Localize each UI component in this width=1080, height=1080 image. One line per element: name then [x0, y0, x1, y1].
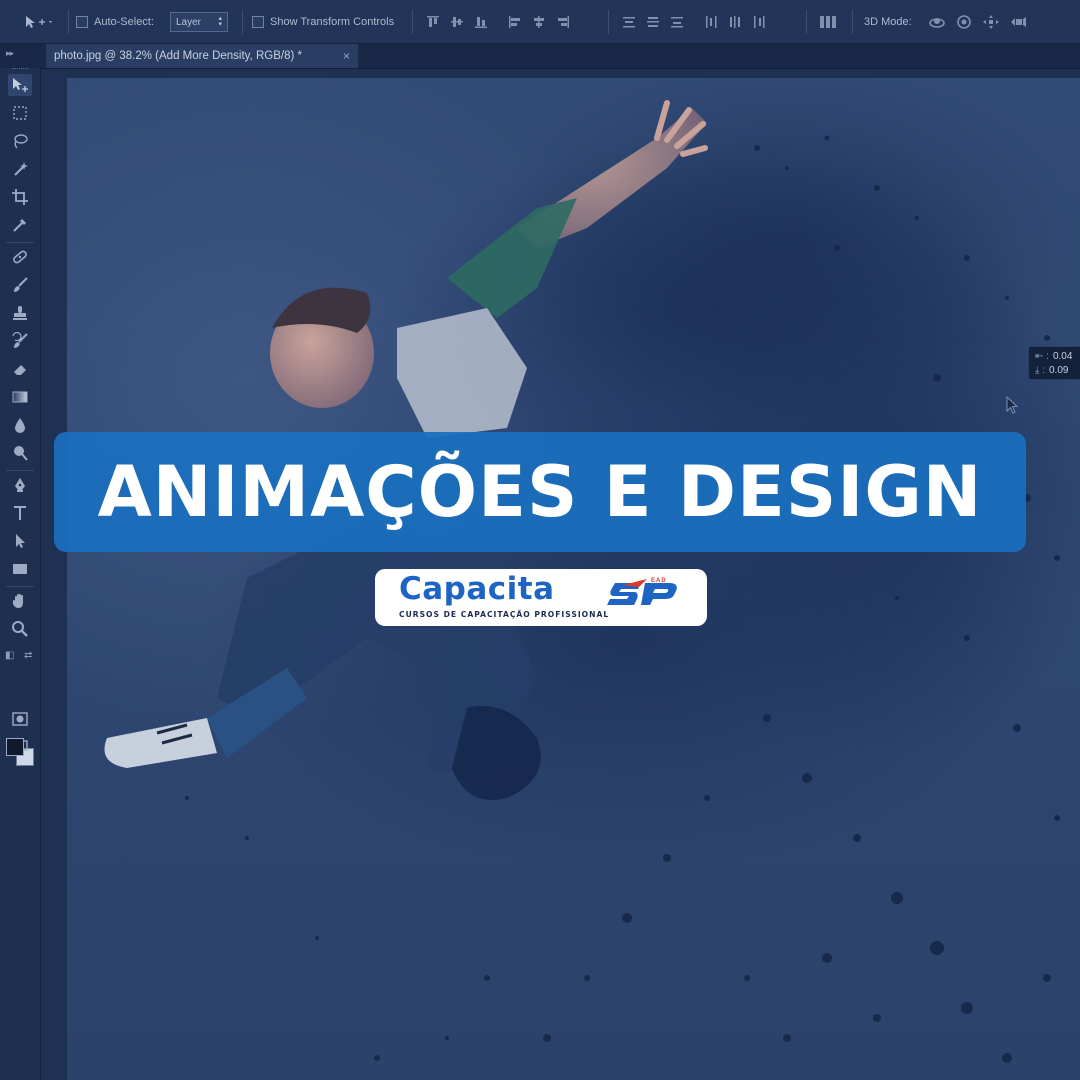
- options-bar: Auto-Select: Layer ▴ ▾ Show Transform Con…: [0, 0, 1080, 44]
- distribute-top-icon[interactable]: [622, 15, 636, 29]
- move-arrow-icon: [26, 16, 52, 28]
- show-transform-label: Show Transform Controls: [270, 16, 395, 28]
- 3d-mode-label: 3D Mode:: [864, 16, 912, 28]
- measure-tooltip: ⇤ :0.04 ⤓ :0.09: [1028, 346, 1080, 380]
- panel-grip[interactable]: [12, 68, 28, 72]
- pen-tool-icon[interactable]: [8, 474, 32, 496]
- auto-select-checkbox[interactable]: Auto-Select:: [76, 0, 154, 44]
- measure-dx-label: ⇤ :: [1035, 351, 1049, 362]
- layer-group-select[interactable]: Layer ▴ ▾: [170, 12, 228, 32]
- checkbox-box: [76, 16, 88, 28]
- type-tool-icon[interactable]: [8, 502, 32, 524]
- capacita-sp-logo: Capacita EAD CURSOS DE CAPACITAÇÃO PROFI…: [375, 569, 707, 626]
- logo-sp-mark-icon: [607, 579, 677, 605]
- logo-wordmark: Capacita: [399, 571, 555, 607]
- path-selection-tool-icon[interactable]: [8, 530, 32, 552]
- align-vcenter-icon[interactable]: [450, 15, 464, 29]
- headline-banner: ANIMAÇÕES E DESIGN: [54, 432, 1026, 552]
- move-tool-preset-picker[interactable]: [24, 0, 54, 44]
- distribute-left-icon[interactable]: [704, 15, 718, 29]
- eyedropper-tool-icon[interactable]: [8, 214, 32, 236]
- close-icon[interactable]: ×: [343, 49, 350, 63]
- mouse-cursor-icon: [1006, 396, 1019, 414]
- align-top-icon[interactable]: [426, 15, 440, 29]
- marquee-tool-icon[interactable]: [8, 102, 32, 124]
- align-bottom-icon[interactable]: [474, 15, 488, 29]
- eraser-tool-icon[interactable]: [8, 358, 32, 380]
- auto-align-layers-button[interactable]: [818, 0, 838, 44]
- measure-dy-value: 0.09: [1048, 365, 1069, 376]
- lasso-tool-icon[interactable]: [8, 130, 32, 152]
- measure-dy-row: ⤓ :0.09: [1035, 364, 1080, 378]
- align-buttons: [426, 0, 570, 44]
- gradient-tool-icon[interactable]: [8, 386, 32, 408]
- align-hcenter-icon[interactable]: [532, 15, 546, 29]
- distribute-hcenter-icon[interactable]: [728, 15, 742, 29]
- select-arrows-icon: ▴ ▾: [218, 15, 222, 28]
- show-transform-controls-checkbox[interactable]: Show Transform Controls: [252, 0, 394, 44]
- document-tab[interactable]: photo.jpg @ 38.2% (Add More Density, RGB…: [46, 44, 358, 68]
- measure-dx-value: 0.04: [1052, 351, 1073, 362]
- logo-subtitle: CURSOS DE CAPACITAÇÃO PROFISSIONAL: [399, 610, 610, 619]
- 3d-pan-icon[interactable]: [982, 14, 1000, 30]
- quick-mask-icon[interactable]: [8, 708, 32, 730]
- distribute-vcenter-icon[interactable]: [646, 15, 660, 29]
- document-tab-title: photo.jpg @ 38.2% (Add More Density, RGB…: [54, 50, 302, 62]
- headline-text: ANIMAÇÕES E DESIGN: [97, 451, 983, 533]
- panel-collapse-icon[interactable]: ▸▸: [6, 48, 14, 59]
- distribute-right-icon[interactable]: [752, 15, 766, 29]
- blur-tool-icon[interactable]: [8, 414, 32, 436]
- history-brush-tool-icon[interactable]: [8, 330, 32, 352]
- dodge-tool-icon[interactable]: [8, 442, 32, 464]
- crop-tool-icon[interactable]: [8, 186, 32, 208]
- layer-select-value: Layer: [176, 16, 202, 28]
- hand-tool-icon[interactable]: [8, 590, 32, 612]
- rectangle-tool-icon[interactable]: [8, 558, 32, 580]
- swap-colors-icon[interactable]: ⇄: [24, 650, 32, 661]
- healing-brush-tool-icon[interactable]: [8, 246, 32, 268]
- default-colors-icon[interactable]: ◧: [5, 650, 14, 661]
- brush-tool-icon[interactable]: [8, 274, 32, 296]
- measure-dx-row: ⇤ :0.04: [1035, 350, 1080, 364]
- distribute-buttons: [622, 0, 766, 44]
- move-tool-icon[interactable]: [8, 74, 32, 96]
- measure-dy-label: ⤓ :: [1035, 365, 1045, 376]
- clone-stamp-tool-icon[interactable]: [8, 302, 32, 324]
- foreground-color-swatch[interactable]: [6, 738, 24, 756]
- 3d-roll-icon[interactable]: [955, 14, 973, 30]
- checkbox-box: [252, 16, 264, 28]
- logo-ead-tag: EAD: [651, 578, 667, 584]
- distribute-bottom-icon[interactable]: [670, 15, 684, 29]
- 3d-mode-buttons: [928, 0, 1027, 44]
- zoom-tool-icon[interactable]: [8, 618, 32, 640]
- tools-panel: ◧ ⇄: [0, 68, 41, 1080]
- magic-wand-tool-icon[interactable]: [8, 158, 32, 180]
- document-tab-bar: photo.jpg @ 38.2% (Add More Density, RGB…: [0, 44, 1080, 69]
- auto-align-icon: [820, 16, 836, 28]
- 3d-slide-icon[interactable]: [1009, 14, 1027, 30]
- 3d-orbit-icon[interactable]: [928, 14, 946, 30]
- auto-select-label: Auto-Select:: [94, 16, 154, 28]
- align-right-icon[interactable]: [556, 15, 570, 29]
- align-left-icon[interactable]: [508, 15, 522, 29]
